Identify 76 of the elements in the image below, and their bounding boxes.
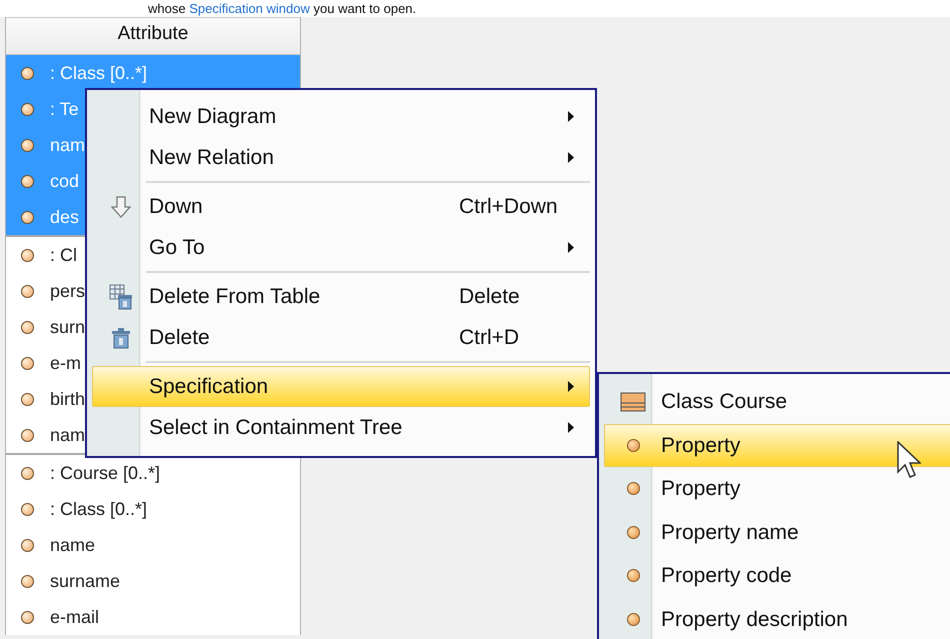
submenu-label: Property code (661, 563, 792, 589)
attribute-icon (21, 248, 34, 262)
attribute-name: cod (50, 170, 80, 192)
submenu-label: Property (661, 432, 740, 458)
attribute-icon (21, 102, 34, 116)
shortcut-text: Ctrl+Down (459, 194, 558, 220)
attribute-icon (626, 482, 640, 496)
intro-text: whose Specification window you want to open. (148, 1, 416, 16)
attribute-name: nam (50, 134, 86, 156)
attribute-name: : Class [0..*] (50, 498, 148, 521)
attribute-icon (21, 428, 34, 442)
submenu-item[interactable]: Property description (604, 598, 950, 639)
submenu-label: Class Course (661, 389, 788, 415)
table-delete-icon (109, 284, 133, 310)
attribute-icon (626, 612, 640, 626)
attribute-icon (21, 356, 34, 370)
attribute-icon (21, 392, 34, 406)
shortcut-text: Delete (459, 284, 520, 310)
attribute-name: nam (50, 424, 86, 446)
attribute-name: surname (50, 570, 120, 592)
specification-link[interactable]: Specification window (189, 1, 310, 16)
attribute-name: name (50, 534, 96, 556)
attribute-name: : Course [0..*] (50, 462, 160, 485)
menu-label: Delete (149, 324, 211, 351)
menu-item[interactable]: Specification (92, 366, 590, 407)
attribute-icon (626, 526, 640, 539)
attribute-name: surn (50, 316, 86, 338)
attribute-icon (21, 574, 34, 588)
menu-label: Delete From Table (149, 284, 322, 310)
attribute-icon (21, 138, 34, 152)
class-icon (620, 392, 646, 412)
submenu-label: Property name (661, 520, 799, 546)
mouse-pointer-icon (897, 441, 921, 481)
menu-label: Specification (149, 374, 270, 400)
attribute-name: des (50, 206, 80, 228)
submenu-item[interactable]: Property code (604, 554, 950, 598)
attribute-name: pers (50, 280, 86, 303)
down-arrow-icon (111, 196, 131, 218)
trash-icon (111, 326, 131, 348)
attribute-name: : Cl (50, 244, 77, 266)
attribute-icon (21, 320, 34, 334)
attribute-icon (626, 569, 640, 582)
attribute-icon (21, 466, 34, 480)
menu-item[interactable]: New Relation (92, 137, 590, 178)
menu-item[interactable]: Delete Ctrl+D (92, 317, 590, 358)
attribute-name: birth (50, 388, 86, 410)
submenu-label: Property (661, 476, 740, 502)
submenu-item[interactable]: Class Course (604, 380, 950, 424)
menu-label: Down (149, 194, 204, 220)
attribute-icon (21, 174, 34, 188)
attribute-icon (21, 284, 34, 298)
menu-item[interactable]: New Diagram (92, 96, 590, 137)
menu-item[interactable]: Delete From Table Delete (92, 276, 590, 317)
menu-label: Select in Containment Tree (149, 414, 404, 441)
submenu-label: Property description (661, 606, 848, 632)
menu-item[interactable]: Go To (92, 227, 590, 268)
attribute-icon (626, 438, 640, 452)
attribute-name: e-m (50, 352, 81, 374)
attribute-icon (21, 610, 34, 624)
submenu-item[interactable]: Property (604, 424, 950, 467)
menu-label: New Diagram (149, 104, 278, 130)
submenu-item[interactable]: Property (604, 467, 950, 510)
shortcut-text: Ctrl+D (459, 324, 520, 351)
attribute-name: : Class [0..*] (50, 62, 148, 85)
attribute-icon (21, 502, 34, 516)
menu-item[interactable]: Select in Containment Tree (92, 407, 590, 448)
menu-label: Go To (149, 234, 206, 261)
column-header: Attribute (6, 17, 300, 55)
menu-item[interactable]: Down Ctrl+Down (92, 186, 590, 227)
attribute-icon (21, 66, 34, 80)
submenu-item[interactable]: Property name (604, 510, 950, 554)
menu-label: New Relation (149, 144, 275, 171)
attribute-name: e-mail (50, 606, 100, 628)
attribute-icon (21, 538, 34, 552)
attribute-name: : Te (50, 98, 79, 120)
attribute-icon (21, 210, 34, 224)
